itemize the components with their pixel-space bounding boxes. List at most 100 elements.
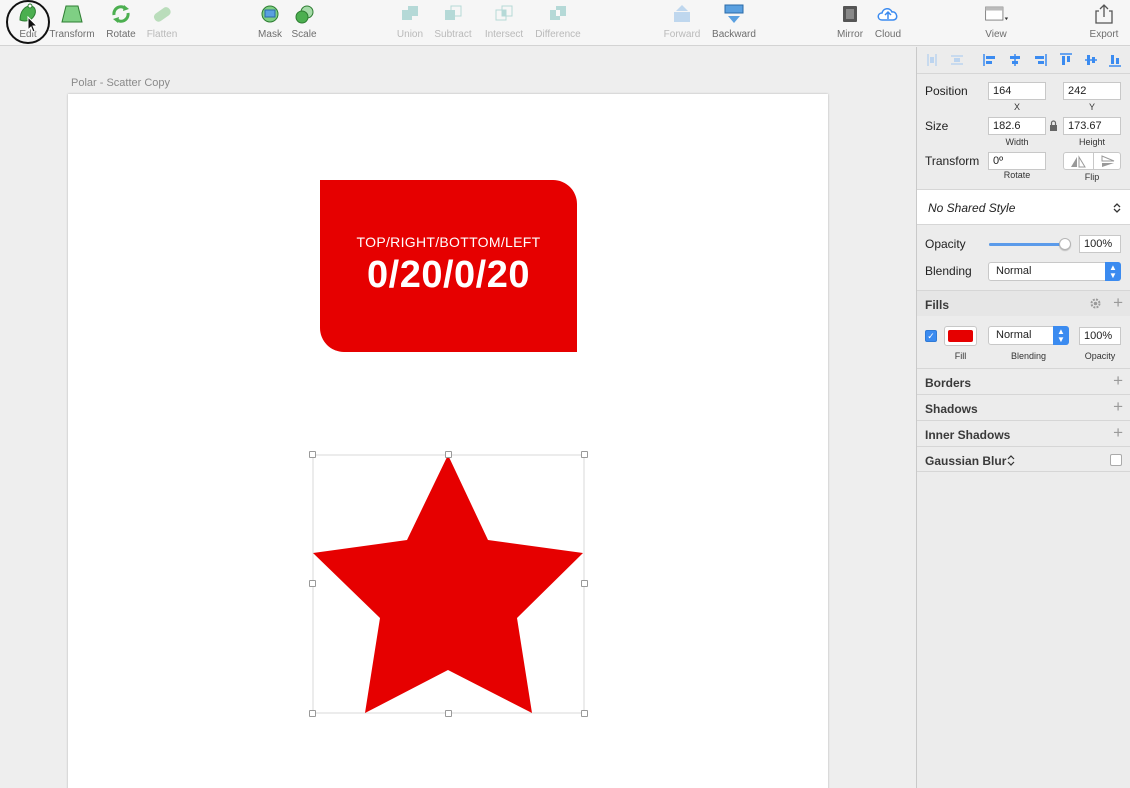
- scale-button[interactable]: Scale: [276, 3, 332, 43]
- star-shape-svg[interactable]: [312, 454, 586, 714]
- height-field[interactable]: [1063, 117, 1121, 135]
- backward-button[interactable]: Backward: [706, 3, 762, 43]
- resize-handle-top[interactable]: [445, 451, 452, 458]
- transform-label: Transform: [49, 29, 95, 40]
- add-inner-shadow-icon[interactable]: +: [1113, 424, 1123, 441]
- forward-icon: [674, 5, 690, 22]
- flip-label: Flip: [1084, 172, 1100, 182]
- flip-control: [1063, 152, 1121, 170]
- gaussian-blur-title[interactable]: Gaussian Blur: [925, 454, 1006, 468]
- fill-blending-label: Blending: [1010, 351, 1047, 361]
- x-position-field[interactable]: [988, 82, 1046, 100]
- align-center-icon[interactable]: [1008, 53, 1022, 67]
- view-button[interactable]: View: [968, 3, 1024, 43]
- cloud-button[interactable]: Cloud: [860, 3, 916, 43]
- opacity-label: Opacity: [925, 237, 966, 251]
- cloud-label: Cloud: [874, 29, 902, 40]
- select-arrows-icon: ▲ ▼: [1053, 326, 1069, 345]
- intersect-button[interactable]: Intersect: [476, 3, 532, 43]
- red-rounded-rectangle[interactable]: TOP/RIGHT/BOTTOM/LEFT 0/20/0/20: [320, 180, 577, 352]
- fill-color-well[interactable]: [944, 326, 977, 346]
- red-star[interactable]: [313, 455, 583, 713]
- mouse-pointer-icon: [27, 16, 39, 33]
- flatten-label: Flatten: [146, 29, 178, 40]
- fill-blending-select[interactable]: Normal ▲ ▼: [988, 326, 1069, 345]
- fill-blending-value: Normal: [996, 329, 1032, 341]
- canvas[interactable]: Polar - Scatter Copy TOP/RIGHT/BOTTOM/LE…: [0, 47, 916, 788]
- fills-header: Fills +: [917, 290, 1130, 316]
- view-icon: [985, 6, 1009, 21]
- opacity-field[interactable]: [1079, 235, 1121, 253]
- blending-label: Blending: [925, 264, 972, 278]
- difference-label: Difference: [535, 29, 581, 40]
- fills-title: Fills: [925, 298, 950, 312]
- inner-shadows-title: Inner Shadows: [925, 428, 1011, 442]
- size-label: Size: [925, 119, 949, 133]
- lock-icon[interactable]: [1049, 120, 1058, 131]
- resize-handle-bottom-left[interactable]: [309, 710, 316, 717]
- opacity-slider[interactable]: [989, 238, 1071, 250]
- fill-label: Fill: [954, 351, 967, 361]
- width-field[interactable]: [988, 117, 1046, 135]
- width-label: Width: [1005, 137, 1029, 147]
- updown-chevron-icon[interactable]: [1007, 455, 1015, 466]
- resize-handle-bottom[interactable]: [445, 710, 452, 717]
- subtract-label: Subtract: [434, 29, 472, 40]
- add-fill-icon[interactable]: +: [1113, 294, 1123, 311]
- resize-handle-bottom-right[interactable]: [581, 710, 588, 717]
- inner-shadows-header[interactable]: Inner Shadows +: [917, 420, 1130, 446]
- align-left-icon[interactable]: [983, 53, 997, 67]
- blending-select[interactable]: Normal ▲ ▼: [988, 262, 1121, 281]
- backward-icon: [724, 4, 744, 23]
- artboard[interactable]: TOP/RIGHT/BOTTOM/LEFT 0/20/0/20: [68, 94, 828, 788]
- add-border-icon[interactable]: +: [1113, 372, 1123, 389]
- gaussian-blur-checkbox[interactable]: [1110, 454, 1122, 466]
- fill-enabled-checkbox[interactable]: ✓: [925, 330, 937, 342]
- transform-icon: [61, 5, 83, 23]
- box-caption: TOP/RIGHT/BOTTOM/LEFT: [356, 234, 541, 250]
- blending-value: Normal: [996, 265, 1032, 277]
- alignment-toolbar: [917, 47, 1130, 74]
- subtract-icon: [445, 5, 462, 20]
- distribute-vertical-icon[interactable]: [950, 53, 964, 67]
- view-label: View: [985, 29, 1007, 40]
- artboard-title[interactable]: Polar - Scatter Copy: [71, 77, 170, 89]
- shared-style-selector[interactable]: No Shared Style: [917, 189, 1130, 225]
- y-label: Y: [1088, 102, 1095, 112]
- flatten-button[interactable]: Flatten: [134, 3, 190, 43]
- align-right-icon[interactable]: [1033, 53, 1047, 67]
- borders-header[interactable]: Borders +: [917, 368, 1130, 394]
- selected-star-group[interactable]: [309, 451, 588, 717]
- difference-icon: [550, 6, 566, 20]
- shared-style-value: No Shared Style: [928, 201, 1016, 215]
- resize-handle-top-left[interactable]: [309, 451, 316, 458]
- resize-handle-top-right[interactable]: [581, 451, 588, 458]
- add-shadow-icon[interactable]: +: [1113, 398, 1123, 415]
- flip-horizontal-icon[interactable]: [1070, 155, 1086, 168]
- forward-button[interactable]: Forward: [654, 3, 710, 43]
- x-label: X: [1013, 102, 1020, 112]
- y-position-field[interactable]: [1063, 82, 1121, 100]
- flip-vertical-icon[interactable]: [1100, 155, 1116, 168]
- height-label: Height: [1078, 137, 1105, 147]
- distribute-horizontal-icon[interactable]: [925, 53, 939, 67]
- opacity-slider-knob[interactable]: [1059, 238, 1071, 250]
- intersect-label: Intersect: [484, 29, 524, 40]
- rotate-field[interactable]: [988, 152, 1046, 170]
- export-button[interactable]: Export: [1076, 3, 1130, 43]
- gaussian-blur-header[interactable]: Gaussian Blur: [917, 446, 1130, 472]
- export-label: Export: [1089, 29, 1119, 40]
- box-value: 0/20/0/20: [367, 254, 530, 296]
- fill-opacity-field[interactable]: [1079, 327, 1121, 345]
- transform-button[interactable]: Transform: [44, 3, 100, 43]
- difference-button[interactable]: Difference: [530, 3, 586, 43]
- shadows-header[interactable]: Shadows +: [917, 394, 1130, 420]
- align-bottom-icon[interactable]: [1108, 53, 1122, 67]
- gear-icon[interactable]: [1089, 297, 1102, 310]
- subtract-button[interactable]: Subtract: [425, 3, 481, 43]
- align-middle-icon[interactable]: [1084, 53, 1098, 67]
- resize-handle-right[interactable]: [581, 580, 588, 587]
- shadows-title: Shadows: [925, 402, 978, 416]
- align-top-icon[interactable]: [1059, 53, 1073, 67]
- resize-handle-left[interactable]: [309, 580, 316, 587]
